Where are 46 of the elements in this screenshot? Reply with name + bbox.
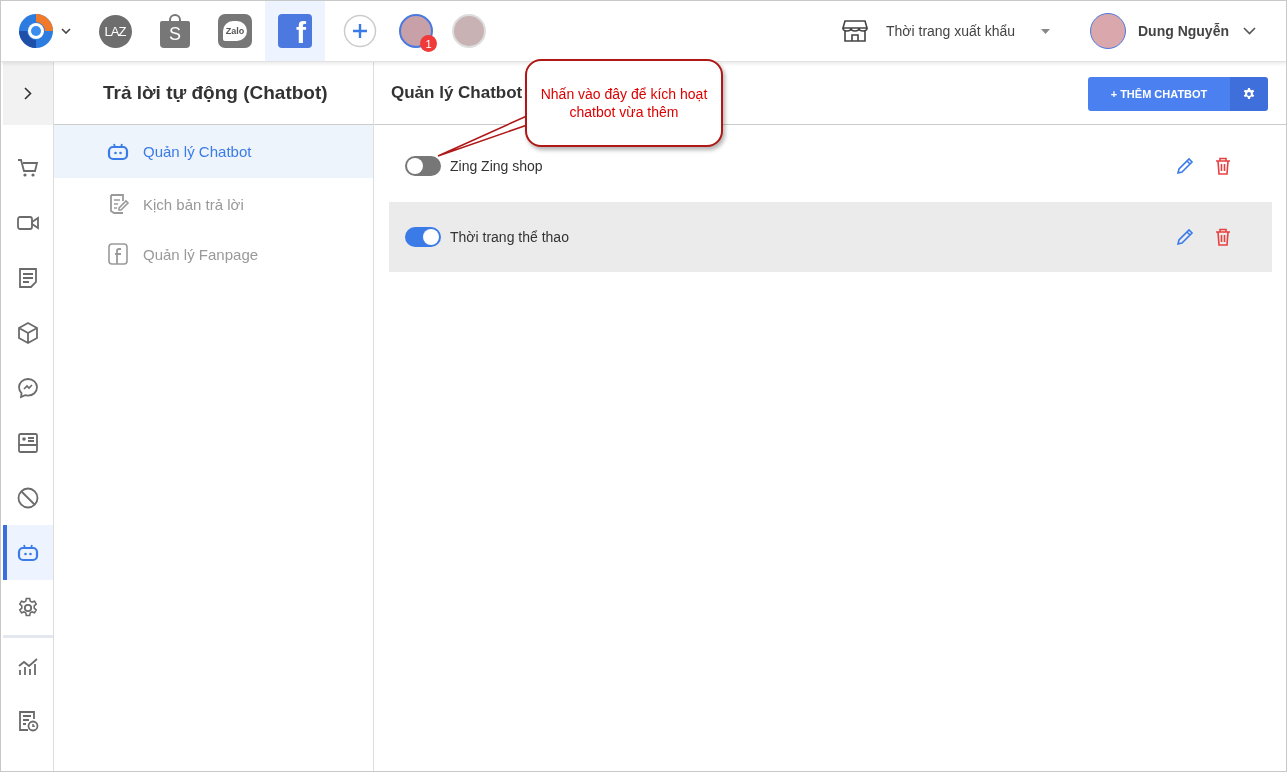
chatbot-name: Thời trang thể thao xyxy=(450,229,570,245)
chat-bubble-icon xyxy=(16,375,40,400)
pencil-icon[interactable] xyxy=(1176,157,1194,175)
channel-tab[interactable]: Zalo xyxy=(205,1,265,61)
channel-tab[interactable]: S xyxy=(145,1,205,61)
shop-name[interactable]: Thời trang xuất khẩu xyxy=(885,23,1015,39)
chatbot-row[interactable]: Thời trang thể thao xyxy=(389,202,1272,272)
sidebar-item[interactable] xyxy=(3,525,53,580)
trash-icon[interactable] xyxy=(1215,228,1231,246)
chevron-right-icon[interactable] xyxy=(24,87,32,100)
user-avatar[interactable] xyxy=(1090,13,1126,49)
channel-tab[interactable]: f xyxy=(265,1,325,61)
id-card-icon xyxy=(16,430,40,455)
panel-title: Quản lý Chatbot xyxy=(391,83,523,103)
lazada-logo: LAZ xyxy=(98,14,132,48)
submenu-item[interactable]: Quản lý Fanpage xyxy=(54,228,373,280)
facebook-icon xyxy=(106,242,130,266)
caret-icon[interactable] xyxy=(61,28,71,34)
box-icon xyxy=(16,320,40,345)
settings-button[interactable] xyxy=(1230,76,1268,111)
section-title: Trả lời tự động (Chatbot) xyxy=(103,82,328,104)
submenu-item[interactable]: Kịch bản trả lời xyxy=(54,178,373,230)
report-clock-icon xyxy=(16,708,40,733)
settings-icon xyxy=(1242,86,1256,101)
trash-icon[interactable] xyxy=(1215,157,1231,175)
dropdown-triangle-icon[interactable] xyxy=(1041,28,1050,34)
zalo-logo: Zalo xyxy=(218,14,252,48)
block-icon xyxy=(16,485,40,510)
chatbot-row[interactable]: Zing Zing shop xyxy=(389,131,1272,201)
toggle-switch[interactable] xyxy=(405,156,441,176)
channel-tab[interactable]: LAZ xyxy=(85,1,145,61)
store-icon xyxy=(841,20,868,42)
add-chatbot-button[interactable]: + THÊM CHATBOT xyxy=(1088,76,1230,111)
user-name[interactable]: Dung Nguyễn xyxy=(1138,23,1229,39)
document-icon xyxy=(16,265,40,290)
notification-badge: 1 xyxy=(420,35,437,52)
pencil-icon[interactable] xyxy=(1176,228,1194,246)
facebook-logo: f xyxy=(278,14,312,48)
callout-text: Nhấn vào đây để kích hoạt chatbot vừa thêm xyxy=(539,85,709,121)
chatbot-name: Zing Zing shop xyxy=(450,158,544,174)
add-icon[interactable] xyxy=(343,14,377,48)
shopee-logo: S xyxy=(160,14,190,48)
toggle-switch[interactable] xyxy=(405,227,441,247)
chevron-down-icon[interactable] xyxy=(1243,27,1256,35)
submenu-item[interactable]: Quản lý Chatbot xyxy=(54,125,373,178)
app-logo[interactable] xyxy=(17,12,55,50)
